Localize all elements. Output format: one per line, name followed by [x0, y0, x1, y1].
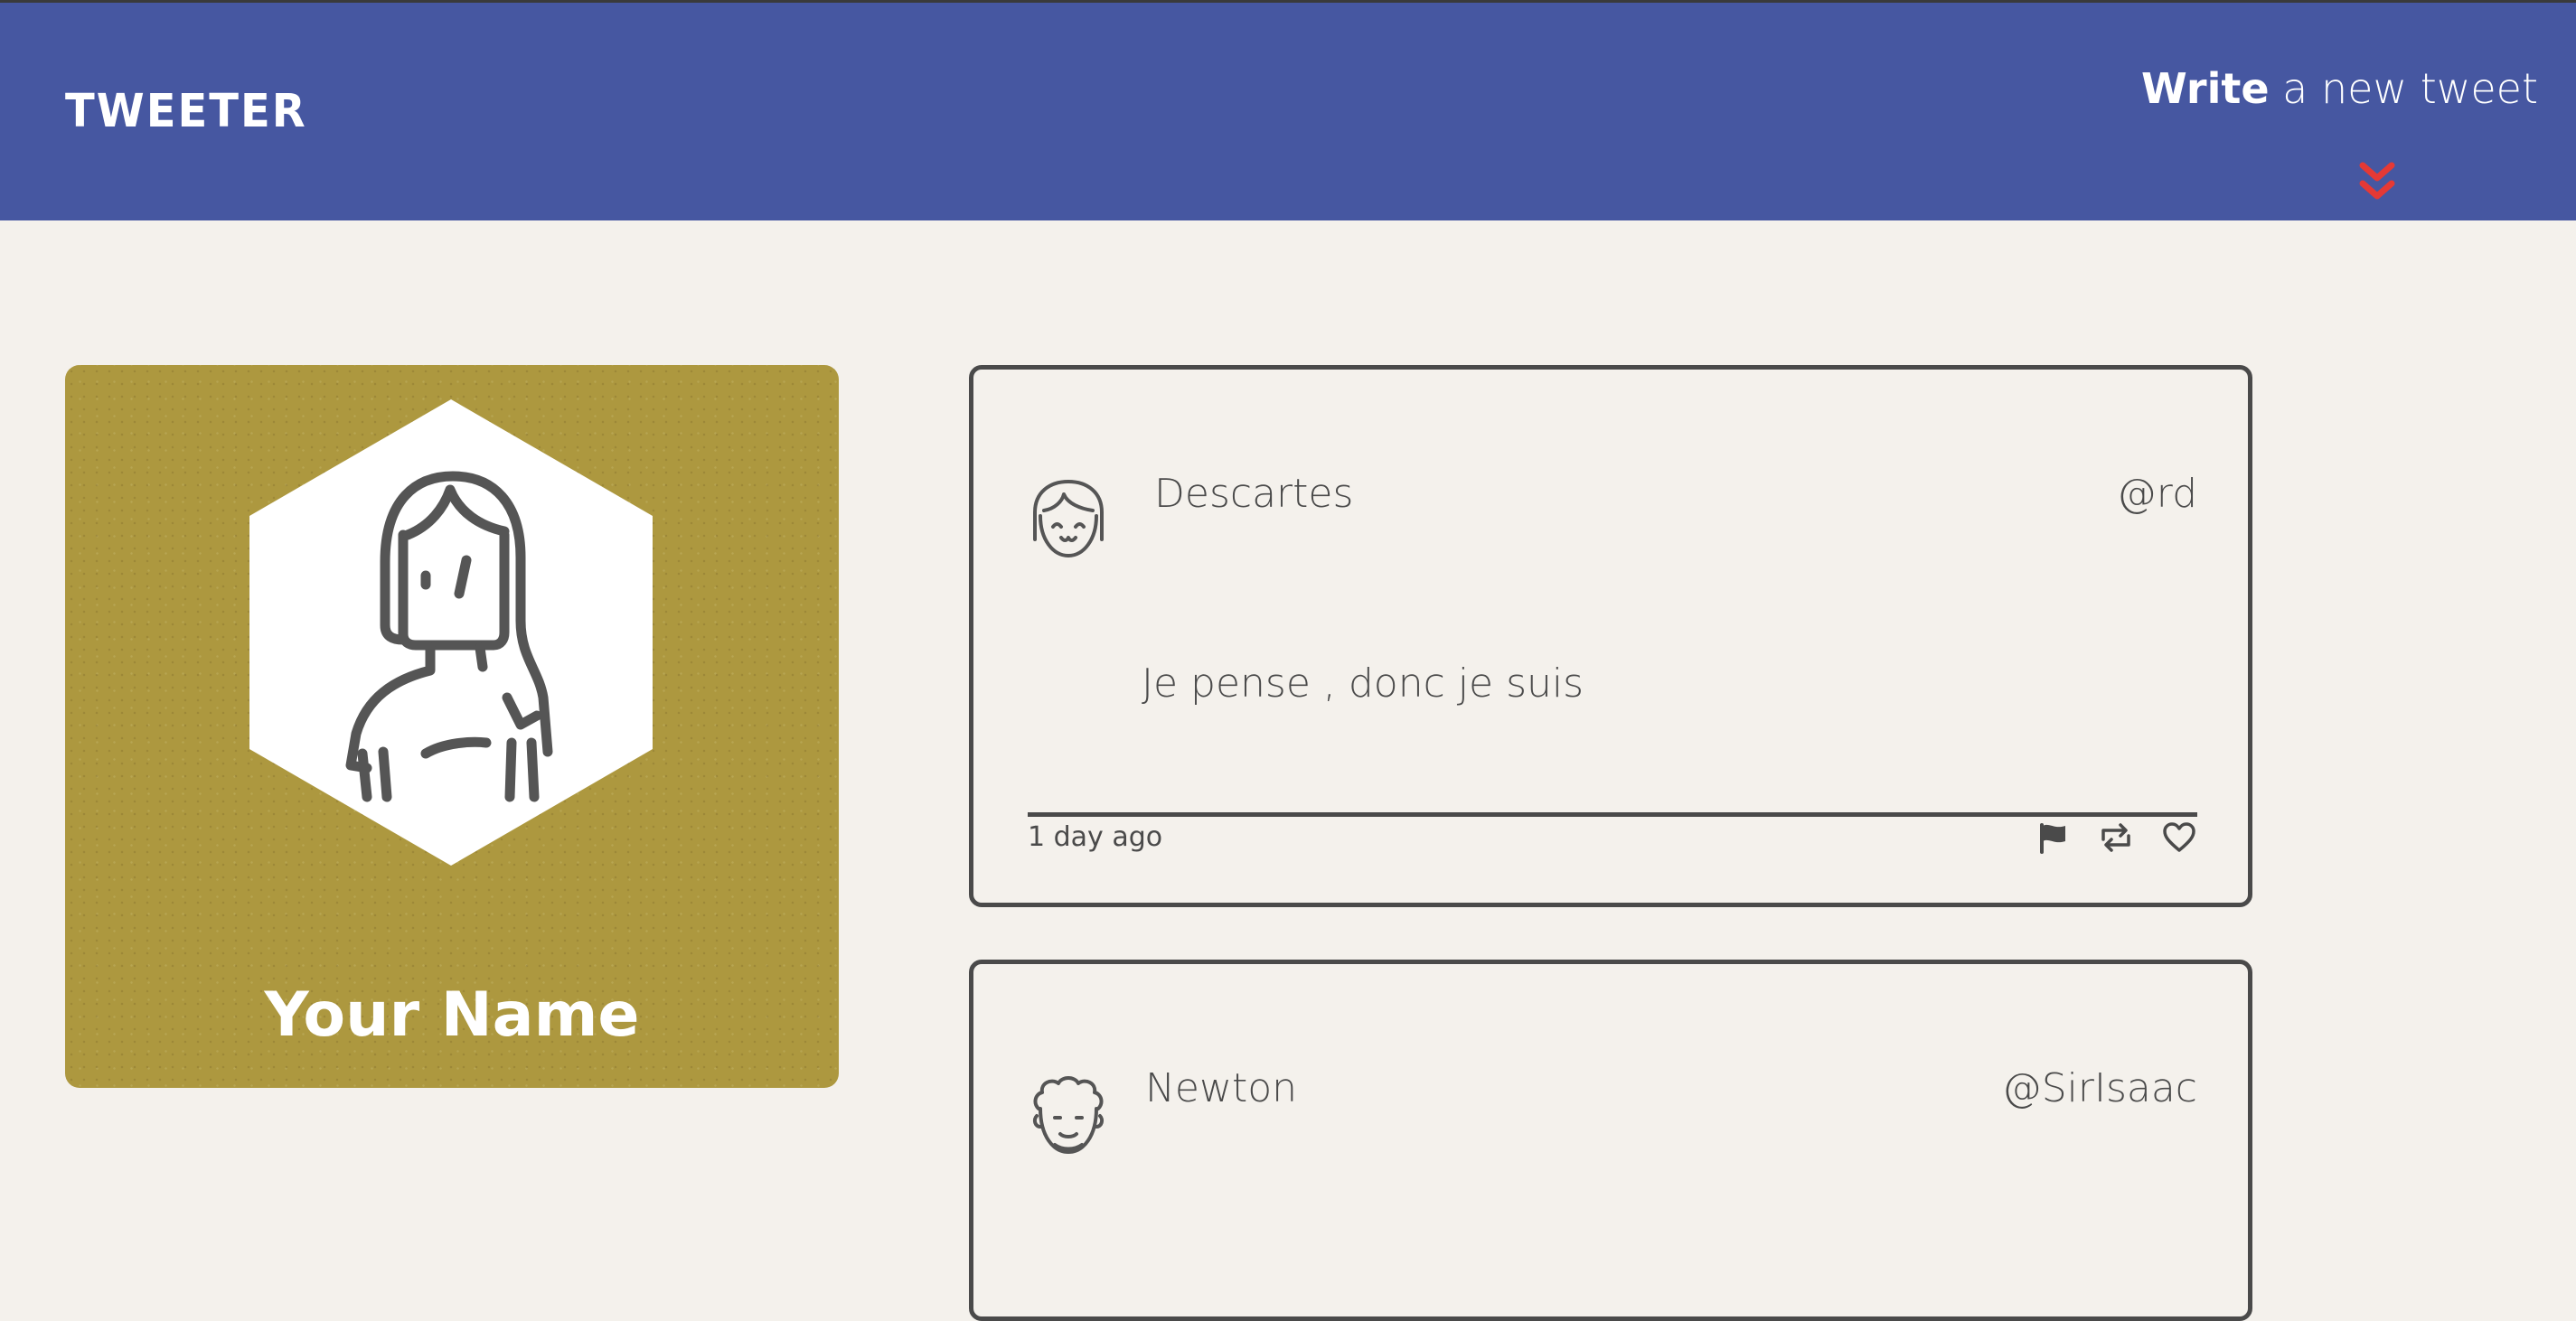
profile-card: Your Name	[65, 365, 839, 1088]
tweet-author-handle[interactable]: @rd	[2117, 471, 2197, 517]
heart-icon[interactable]	[2161, 820, 2197, 856]
write-new-tweet-button[interactable]: Write a new tweet	[2141, 64, 2538, 113]
tweet-author-name[interactable]: Newton	[1145, 1065, 1297, 1111]
retweet-icon[interactable]	[2098, 820, 2134, 856]
flag-icon[interactable]	[2035, 820, 2071, 856]
top-nav: TWEETER Write a new tweet	[0, 0, 2576, 220]
profile-avatar	[249, 399, 653, 866]
app-logo[interactable]: TWEETER	[65, 85, 307, 138]
tweet-card: Newton @SirIsaac	[969, 960, 2252, 1321]
user-avatar-icon	[1032, 1076, 1105, 1154]
compose-label-rest: a new tweet	[2269, 64, 2538, 113]
tweet-text: Je pense , donc je suis	[1142, 660, 1584, 707]
tweet-timestamp: 1 day ago	[1028, 821, 1163, 853]
profile-name: Your Name	[264, 979, 640, 1051]
compose-label-bold: Write	[2140, 64, 2270, 113]
user-avatar-icon	[1033, 480, 1104, 557]
tweet-author-handle[interactable]: @SirIsaac	[2002, 1065, 2197, 1111]
tweet-card: Descartes @rd Je pense , donc je suis 1 …	[969, 365, 2252, 907]
tweet-divider	[1028, 812, 2197, 817]
tweet-author-name[interactable]: Descartes	[1154, 471, 1353, 517]
double-chevron-down-icon[interactable]	[2357, 162, 2397, 203]
tweet-actions	[2035, 820, 2197, 856]
